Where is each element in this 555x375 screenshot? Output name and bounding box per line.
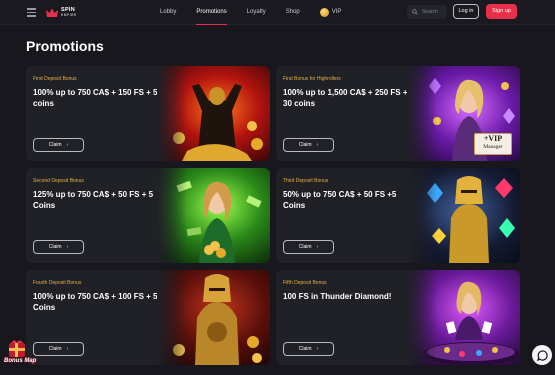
- card-label: First Deposit Bonus: [33, 76, 77, 82]
- armored-knight-image: [157, 270, 270, 365]
- chevron-right-icon: ›: [66, 142, 69, 148]
- nav-vip[interactable]: VIP: [319, 0, 342, 25]
- vip-badge-icon: [319, 8, 329, 17]
- main-nav: Lobby Promotions Loyalty Shop VIP: [160, 0, 361, 25]
- chevron-right-icon: ›: [66, 244, 69, 250]
- vip-manager-sign: +VIP Manager: [474, 133, 512, 155]
- claim-label: Claim: [48, 346, 62, 352]
- top-navigation-bar: SPIN EMPIRE Lobby Promotions Loyalty Sho…: [0, 0, 555, 25]
- card-label: Fifth Deposit Bonus: [283, 280, 327, 286]
- woman-casino-table-image: [407, 270, 520, 365]
- promo-card-second-deposit: Second Deposit Bonus 125% up to 750 CA$ …: [26, 168, 270, 263]
- signup-button[interactable]: Sign up: [486, 4, 517, 19]
- nav-loyalty[interactable]: Loyalty: [247, 0, 266, 25]
- gold-knight-gems-image: [407, 168, 520, 263]
- crown-icon: [46, 8, 58, 17]
- search-input[interactable]: Search: [407, 5, 447, 19]
- card-label: First Bonus for Highrollers: [283, 76, 341, 82]
- woman-green-money-image: [157, 168, 270, 263]
- claim-button[interactable]: Claim ›: [33, 138, 84, 152]
- chat-button[interactable]: [532, 345, 552, 365]
- promo-card-first-deposit: First Deposit Bonus 100% up to 750 CA$ +…: [26, 66, 270, 161]
- card-title: 100% up to 750 CA$ + 150 FS + 5 coins: [33, 88, 158, 108]
- card-title: 50% up to 750 CA$ + 50 FS +5 Coins: [283, 190, 397, 210]
- nav-lobby[interactable]: Lobby: [160, 0, 176, 25]
- chat-icon: [536, 349, 548, 361]
- vip-manager-woman-image: +VIP Manager: [407, 66, 520, 161]
- spin-empire-logo[interactable]: SPIN EMPIRE: [46, 6, 77, 20]
- card-label: Third Deposit Bonus: [283, 178, 329, 184]
- vip-sign-line1: +VIP: [483, 134, 503, 143]
- vip-sign-line2: Manager: [483, 144, 503, 150]
- chevron-right-icon: ›: [316, 346, 319, 352]
- bonus-map-label[interactable]: Bonus Map: [4, 358, 36, 364]
- menu-icon[interactable]: [27, 8, 36, 17]
- nav-promotions[interactable]: Promotions: [196, 0, 228, 25]
- chevron-right-icon: ›: [316, 142, 319, 148]
- promo-card-highroller: First Bonus for Highrollers 100% up to 1…: [276, 66, 520, 161]
- logo-line2: EMPIRE: [61, 13, 77, 17]
- claim-button[interactable]: Claim ›: [283, 342, 334, 356]
- claim-button[interactable]: Claim ›: [283, 240, 334, 254]
- claim-label: Claim: [298, 346, 312, 352]
- nav-shop[interactable]: Shop: [286, 0, 300, 25]
- card-label: Second Deposit Bonus: [33, 178, 84, 184]
- card-title: 100 FS in Thunder Diamond!: [283, 292, 392, 301]
- search-placeholder: Search: [422, 9, 438, 15]
- claim-label: Claim: [48, 244, 62, 250]
- card-label: Fourth Deposit Bonus: [33, 280, 82, 286]
- page-title: Promotions: [26, 38, 104, 54]
- chevron-right-icon: ›: [66, 346, 69, 352]
- knight-gold-coins-image: [157, 66, 270, 161]
- nav-vip-label: VIP: [331, 9, 342, 15]
- claim-label: Claim: [298, 244, 312, 250]
- card-title: 100% up to 1,500 CA$ + 250 FS + 30 coins: [283, 88, 408, 108]
- card-title: 125% up to 750 CA$ + 50 FS + 5 Coins: [33, 190, 154, 210]
- search-icon: [412, 9, 418, 15]
- promo-card-fourth-deposit: Fourth Deposit Bonus 100% up to 750 CA$ …: [26, 270, 270, 365]
- bonus-map-widget[interactable]: [1, 339, 49, 369]
- claim-button[interactable]: Claim ›: [33, 240, 84, 254]
- claim-button[interactable]: Claim ›: [283, 138, 334, 152]
- promo-card-fifth-deposit: Fifth Deposit Bonus 100 FS in Thunder Di…: [276, 270, 520, 365]
- chevron-right-icon: ›: [316, 244, 319, 250]
- claim-label: Claim: [48, 142, 62, 148]
- login-button[interactable]: Log in: [453, 4, 479, 19]
- promo-card-third-deposit: Third Deposit Bonus 50% up to 750 CA$ + …: [276, 168, 520, 263]
- claim-label: Claim: [298, 142, 312, 148]
- card-title: 100% up to 750 CA$ + 100 FS + 5 Coins: [33, 292, 158, 312]
